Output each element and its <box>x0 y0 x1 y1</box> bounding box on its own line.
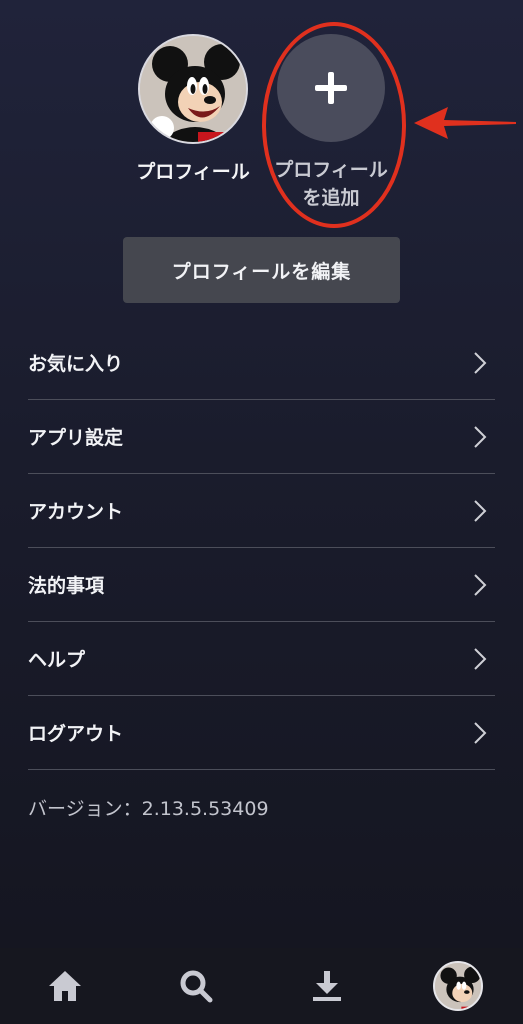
highlight-annotation-circle <box>262 22 406 228</box>
menu-item-logout[interactable]: ログアウト <box>28 696 495 770</box>
settings-menu: お気に入り アプリ設定 アカウント 法的事項 ヘルプ ログアウト <box>28 326 495 770</box>
profile-name: プロフィール <box>136 161 250 183</box>
chevron-right-icon <box>474 647 487 670</box>
profile-main[interactable]: プロフィール <box>128 34 258 186</box>
mickey-mouse-avatar[interactable] <box>138 34 248 144</box>
menu-item-label: アカウント <box>28 501 124 523</box>
nav-downloads[interactable] <box>262 969 393 1003</box>
menu-item-label: お気に入り <box>28 353 124 375</box>
nav-home[interactable] <box>0 969 131 1003</box>
menu-item-favorites[interactable]: お気に入り <box>28 326 495 400</box>
chevron-right-icon <box>474 425 487 448</box>
menu-item-help[interactable]: ヘルプ <box>28 622 495 696</box>
menu-item-label: ヘルプ <box>28 649 86 671</box>
menu-item-label: ログアウト <box>28 723 124 745</box>
chevron-right-icon <box>474 721 487 744</box>
menu-item-legal[interactable]: 法的事項 <box>28 548 495 622</box>
menu-item-account[interactable]: アカウント <box>28 474 495 548</box>
home-icon <box>49 971 82 1001</box>
chevron-right-icon <box>474 351 487 374</box>
nav-profile[interactable] <box>392 961 523 1011</box>
chevron-right-icon <box>474 499 487 522</box>
bottom-navigation <box>0 948 523 1024</box>
edit-profile-button[interactable]: プロフィールを編集 <box>123 237 400 303</box>
download-icon <box>312 971 341 1001</box>
annotation-arrow-icon <box>414 103 518 147</box>
menu-item-label: アプリ設定 <box>28 427 124 449</box>
search-icon <box>180 970 213 1003</box>
profile-avatar-icon[interactable] <box>432 961 483 1011</box>
chevron-right-icon <box>474 573 487 596</box>
version-text: バージョン：2.13.5.53409 <box>28 798 269 820</box>
menu-item-app-settings[interactable]: アプリ設定 <box>28 400 495 474</box>
nav-search[interactable] <box>131 969 262 1003</box>
menu-item-label: 法的事項 <box>28 575 105 597</box>
